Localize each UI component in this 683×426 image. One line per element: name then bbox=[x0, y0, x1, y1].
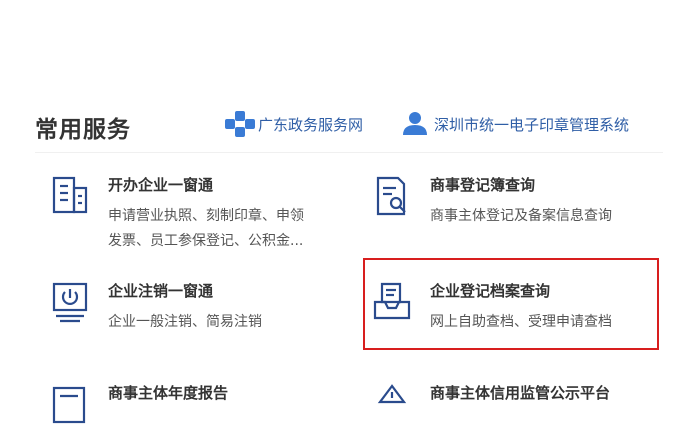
building-icon bbox=[52, 176, 88, 214]
credit-shield-icon bbox=[377, 384, 407, 404]
guangdong-gov-service-link[interactable]: 广东政务服务网 bbox=[222, 110, 363, 138]
guangdong-gov-logo-icon bbox=[225, 111, 255, 137]
shenzhen-e-seal-system-link[interactable]: 深圳市统一电子印章管理系统 bbox=[400, 110, 629, 138]
highlight-box bbox=[363, 258, 659, 350]
service-description-line: 企业一般注销、简易注销 bbox=[108, 314, 262, 330]
service-title: 企业注销一窗通 bbox=[108, 282, 214, 300]
report-icon bbox=[52, 386, 86, 424]
service-description: 申请营业执照、刻制印章、申领 发票、员工参保登记、公积金... bbox=[108, 204, 353, 254]
guangdong-gov-service-label: 广东政务服务网 bbox=[258, 115, 364, 134]
service-title: 商事登记簿查询 bbox=[430, 176, 536, 194]
service-description: 商事主体登记及备案信息查询 bbox=[430, 204, 675, 229]
power-monitor-icon bbox=[52, 282, 88, 323]
user-icon bbox=[403, 112, 427, 135]
section-divider bbox=[35, 152, 663, 153]
service-title: 开办企业一窗通 bbox=[108, 176, 214, 194]
service-description: 企业一般注销、简易注销 bbox=[108, 310, 353, 335]
service-description-line: 申请营业执照、刻制印章、申领 bbox=[108, 208, 304, 224]
service-description-line: 商事主体登记及备案信息查询 bbox=[430, 208, 612, 224]
service-description-line: 发票、员工参保登记、公积金... bbox=[108, 233, 304, 249]
document-search-icon bbox=[376, 176, 406, 216]
shenzhen-e-seal-system-label: 深圳市统一电子印章管理系统 bbox=[434, 115, 630, 134]
section-title: 常用服务 bbox=[35, 117, 131, 143]
